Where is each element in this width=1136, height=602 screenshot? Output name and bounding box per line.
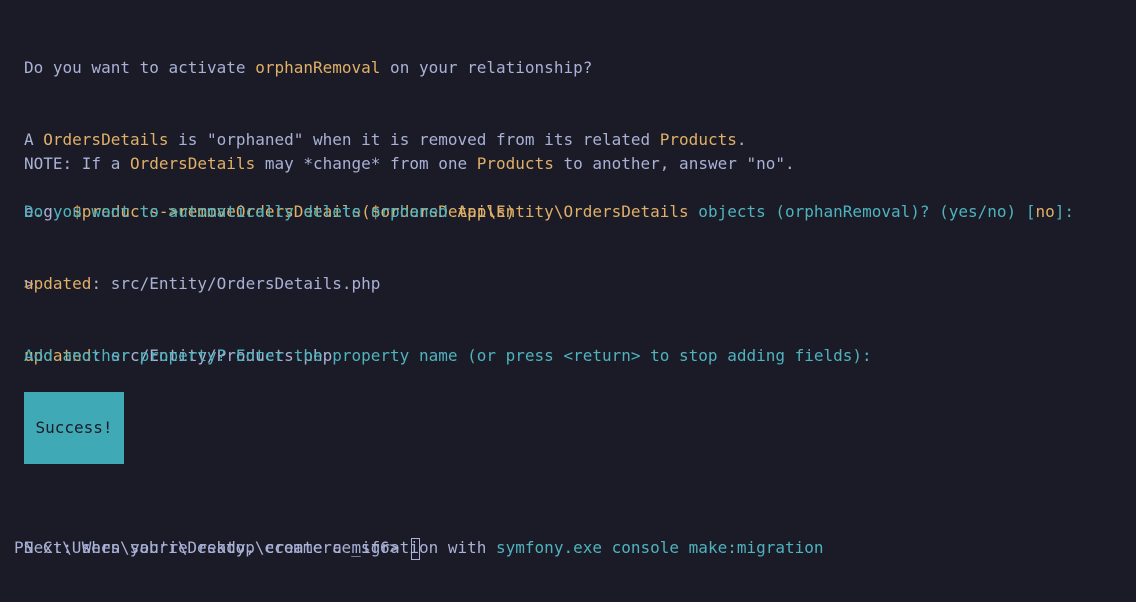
success-label: Success!: [35, 418, 113, 437]
question-text: ]:: [1054, 202, 1074, 221]
highlight-text: App\Entity\OrdersDetails: [457, 202, 689, 221]
text: Do you want to activate: [24, 58, 256, 77]
add-property-question: Add another property? Enter the property…: [24, 296, 872, 488]
terminal-window[interactable]: Do you want to activate orphanRemoval on…: [0, 0, 1136, 602]
default-answer: no: [1035, 202, 1055, 221]
success-badge: Success!: [24, 392, 124, 464]
question-text: objects (orphanRemoval)? (yes/no) [: [688, 202, 1036, 221]
shell-prompt[interactable]: PS C:\Users\sabri\Desktop\ecommerce_sf6>: [14, 536, 420, 560]
status-label: updated: [24, 274, 92, 293]
question-text: Add another property? Enter the property…: [24, 346, 872, 365]
text: on your relationship?: [380, 58, 593, 77]
file-path: : src/Entity/OrdersDetails.php: [91, 274, 381, 293]
highlight-text: orphanRemoval: [255, 58, 381, 77]
question-text: Do you want to automatically delete orph…: [24, 202, 458, 221]
cursor-icon[interactable]: [410, 537, 420, 560]
command-text: symfony.exe console make:migration: [496, 538, 824, 557]
input-prompt[interactable]: >: [24, 416, 872, 440]
prompt-path: PS C:\Users\sabri\Desktop\ecommerce_sf6>: [14, 538, 409, 557]
list-item: updated: src/Entity/OrdersDetails.php: [24, 272, 380, 296]
info-line: Do you want to activate orphanRemoval on…: [24, 56, 746, 80]
